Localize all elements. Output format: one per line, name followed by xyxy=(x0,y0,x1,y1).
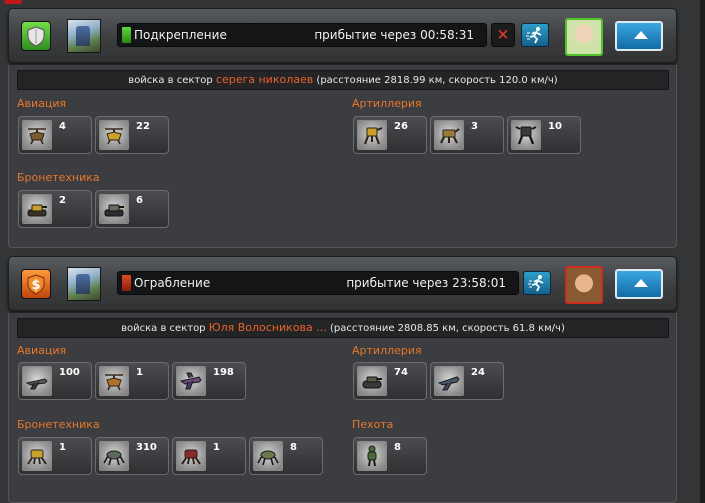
jet-icon xyxy=(434,366,464,396)
unit-slot[interactable]: 22 xyxy=(95,116,169,154)
sector-info: войска в сектор серега николаев (расстоя… xyxy=(17,70,669,90)
sector-distance-speed: (расстояние 2808.85 км, скорость 61.8 км… xyxy=(329,323,565,334)
unit-slot[interactable]: 198 xyxy=(172,362,246,400)
unit-count: 22 xyxy=(136,121,150,132)
running-man-icon xyxy=(526,27,542,44)
scrollbar-track[interactable] xyxy=(700,0,705,503)
unit-count: 2 xyxy=(59,195,66,206)
unit-slot[interactable]: 24 xyxy=(430,362,504,400)
unit-slot[interactable]: 3 xyxy=(430,116,504,154)
status-flag-icon xyxy=(122,275,131,291)
unit-count: 8 xyxy=(394,442,401,453)
unit-slot[interactable]: 8 xyxy=(353,437,427,475)
mech-icon xyxy=(434,120,464,150)
unit-count: 198 xyxy=(213,367,234,378)
unit-count: 4 xyxy=(59,121,66,132)
shield-icon xyxy=(21,21,51,51)
category-label: Бронетехника xyxy=(17,418,100,431)
category-label: Бронетехника xyxy=(17,171,100,184)
mech-icon xyxy=(357,120,387,150)
unit-count: 26 xyxy=(394,121,408,132)
unit-slot[interactable]: 1 xyxy=(172,437,246,475)
collapse-button[interactable] xyxy=(615,269,663,299)
helicopter-icon xyxy=(99,120,129,150)
unit-slot[interactable]: 2 xyxy=(18,190,92,228)
dollar-icon: $ xyxy=(21,269,51,299)
target-sector-thumbnail[interactable] xyxy=(67,267,101,301)
unit-count: 6 xyxy=(136,195,143,206)
unit-count: 74 xyxy=(394,367,408,378)
category-label: Авиация xyxy=(17,97,67,110)
mission-header: $ Ограбление прибытие через 23:58:01 xyxy=(8,256,677,311)
mech-icon xyxy=(22,441,52,471)
category-label: Артиллерия xyxy=(352,344,422,357)
unit-slot[interactable]: 1 xyxy=(18,437,92,475)
mission-name: Ограбление xyxy=(134,276,211,290)
unit-count: 310 xyxy=(136,442,157,453)
jet-icon xyxy=(176,366,206,396)
soldier-icon xyxy=(357,441,387,471)
cancel-mission-button[interactable]: × xyxy=(491,23,515,47)
category-label: Артиллерия xyxy=(352,97,422,110)
sector-info: войска в сектор Юля Волосникова ... (рас… xyxy=(17,318,669,338)
arrival-timer: прибытие через 00:58:31 xyxy=(314,28,474,42)
category-label: Авиация xyxy=(17,344,67,357)
speed-up-button[interactable] xyxy=(523,271,551,295)
mission-header: Подкрепление прибытие через 00:58:31 × xyxy=(8,8,677,63)
category-label: Пехота xyxy=(352,418,394,431)
unit-slot[interactable]: 310 xyxy=(95,437,169,475)
arrival-timer: прибытие через 23:58:01 xyxy=(346,276,506,290)
tank-icon xyxy=(22,194,52,224)
tank-icon xyxy=(99,194,129,224)
helicopter-icon xyxy=(22,120,52,150)
unit-slot[interactable]: 6 xyxy=(95,190,169,228)
speed-up-button[interactable] xyxy=(521,23,549,47)
player-avatar[interactable] xyxy=(565,266,603,304)
window-corner-marker xyxy=(4,0,22,4)
running-man-icon xyxy=(528,275,544,292)
mission-panel-reinforcement: Подкрепление прибытие через 00:58:31 × в… xyxy=(8,8,677,248)
tank-icon xyxy=(357,366,387,396)
unit-slot[interactable]: 1 xyxy=(95,362,169,400)
unit-count: 24 xyxy=(471,367,485,378)
sector-prefix: войска в сектор xyxy=(121,323,206,334)
player-avatar[interactable] xyxy=(565,18,603,56)
unit-count: 8 xyxy=(290,442,297,453)
unit-count: 1 xyxy=(136,367,143,378)
unit-count: 100 xyxy=(59,367,80,378)
sector-prefix: войска в сектор xyxy=(128,75,213,86)
walker-icon xyxy=(253,441,283,471)
mech-icon xyxy=(176,441,206,471)
sector-distance-speed: (расстояние 2818.99 км, скорость 120.0 к… xyxy=(316,75,558,86)
target-sector-thumbnail[interactable] xyxy=(67,19,101,53)
status-flag-icon xyxy=(122,27,131,43)
unit-count: 10 xyxy=(548,121,562,132)
sector-player-link[interactable]: серега николаев xyxy=(216,73,313,86)
unit-slot[interactable]: 8 xyxy=(249,437,323,475)
mission-status-bar: Ограбление прибытие через 23:58:01 xyxy=(117,271,519,295)
unit-slot[interactable]: 4 xyxy=(18,116,92,154)
mech-icon xyxy=(511,120,541,150)
unit-count: 3 xyxy=(471,121,478,132)
mission-details: войска в сектор Юля Волосникова ... (рас… xyxy=(8,313,677,503)
svg-text:$: $ xyxy=(31,278,40,293)
unit-slot[interactable]: 74 xyxy=(353,362,427,400)
sector-player-link[interactable]: Юля Волосникова ... xyxy=(209,321,327,334)
mission-details: войска в сектор серега николаев (расстоя… xyxy=(8,65,677,248)
walker-icon xyxy=(99,441,129,471)
mission-name: Подкрепление xyxy=(134,28,227,42)
jet-icon xyxy=(22,366,52,396)
unit-slot[interactable]: 100 xyxy=(18,362,92,400)
collapse-button[interactable] xyxy=(615,21,663,51)
unit-slot[interactable]: 26 xyxy=(353,116,427,154)
helicopter-icon xyxy=(99,366,129,396)
unit-slot[interactable]: 10 xyxy=(507,116,581,154)
unit-count: 1 xyxy=(213,442,220,453)
mission-status-bar: Подкрепление прибытие через 00:58:31 xyxy=(117,23,487,47)
unit-count: 1 xyxy=(59,442,66,453)
mission-panel-robbery: $ Ограбление прибытие через 23:58:01 вой… xyxy=(8,256,677,503)
